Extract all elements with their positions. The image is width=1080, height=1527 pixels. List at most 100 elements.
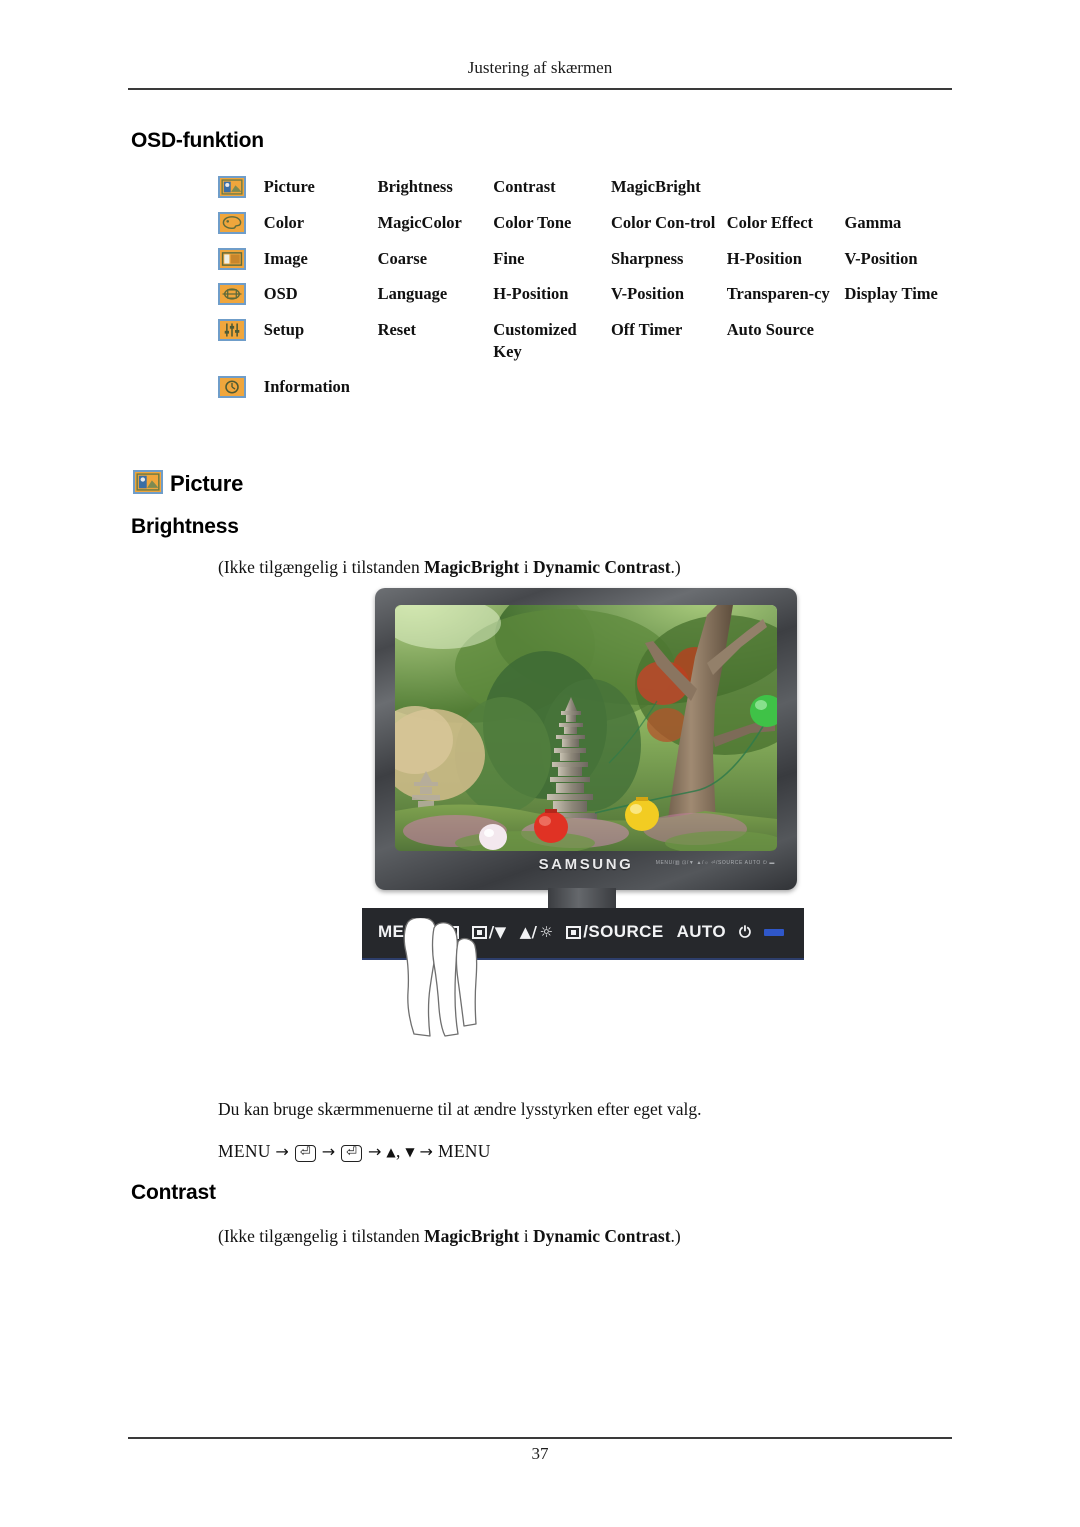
menu-item: Coarse	[377, 248, 428, 268]
note-bold-dynamic-contrast: Dynamic Contrast	[532, 1226, 671, 1246]
setup-sliders-menu-icon	[218, 319, 246, 342]
color-palette-menu-icon	[218, 211, 246, 234]
enter-arrow-icon	[566, 925, 582, 939]
menu-item	[611, 376, 727, 412]
source-enter-button[interactable]: /SOURCE	[566, 922, 663, 942]
path-menu-start: MENU	[218, 1141, 271, 1161]
menu-item: Gamma	[844, 212, 902, 232]
table-row: OSD Language H-Position V-Position Trans…	[218, 283, 958, 319]
menu-item: Display Time	[844, 284, 938, 304]
power-led-indicator	[764, 928, 785, 936]
down-button[interactable]: /▼	[471, 923, 507, 941]
menu-item: H-Position	[726, 248, 802, 268]
table-row: Image Coarse Fine Sharpness H-Position V…	[218, 247, 958, 284]
note-text-mid: i	[519, 557, 533, 577]
note-text-suffix: .)	[670, 557, 681, 577]
menu-item: Color Effect	[726, 212, 814, 232]
page-number: 37	[531, 1444, 549, 1463]
running-header: Justering af skærmen	[467, 58, 613, 77]
menu-group-name: Color	[263, 212, 305, 232]
brightness-availability-note: (Ikke tilgængelig i tilstanden MagicBrig…	[218, 555, 681, 580]
menu-icon-cell	[218, 375, 264, 412]
note-text-mid: i	[519, 1226, 533, 1246]
menu-button[interactable]: MENU/	[378, 922, 459, 942]
footer-rule	[128, 1437, 952, 1439]
garden-photo	[395, 605, 777, 851]
menu-item: Off Timer	[610, 320, 683, 340]
down-arrow-icon: ▼	[405, 1145, 415, 1159]
menu-icon-cell	[218, 283, 264, 319]
menu-item	[844, 176, 958, 212]
brightness-description: Du kan bruge skærmmenuerne til at ændre …	[218, 1099, 702, 1119]
menu-item: V-Position	[610, 284, 684, 304]
osd-menu-icon	[218, 283, 246, 306]
arrow-icon: →	[321, 1142, 336, 1161]
note-text-prefix: (Ikke tilgængelig i tilstanden	[218, 557, 425, 577]
menu-item	[378, 376, 494, 412]
image-menu-icon	[218, 247, 246, 270]
power-button-icon[interactable]: ⏻	[739, 923, 751, 941]
menu-bars-icon	[436, 925, 459, 939]
menu-group-name: Information	[263, 376, 350, 396]
menu-item	[727, 176, 845, 212]
enter-key-icon: ⏎	[294, 1145, 317, 1162]
menu-item: Sharpness	[610, 248, 684, 268]
menu-item: Contrast	[493, 177, 556, 196]
menu-icon-cell	[218, 247, 264, 284]
up-arrow-icon: ▲	[386, 1145, 396, 1159]
down-button-label: /▼	[488, 923, 507, 941]
up-button-label: ▲/	[519, 923, 538, 941]
menu-item	[493, 376, 611, 412]
menu-item: Customized Key	[493, 320, 577, 361]
arrow-icon: →	[368, 1142, 382, 1161]
menu-item: Transparen-cy	[726, 284, 830, 304]
monitor-bezel-button-labels: MENU/▥ ⊡/▼ ▲/☼ ⏎/SOURCE AUTO ⏻ ▬	[655, 860, 775, 866]
menu-icon-cell	[218, 319, 264, 376]
monitor-screen	[395, 605, 777, 851]
brightness-sun-icon: ☼	[539, 923, 554, 941]
menu-item: Brightness	[377, 177, 453, 196]
source-button-label: /SOURCE	[583, 922, 664, 941]
menu-item: Language	[377, 284, 448, 304]
menu-item: Reset	[377, 320, 417, 340]
menu-item: Color Tone	[493, 212, 572, 232]
section-heading-picture: Picture	[170, 471, 244, 496]
menu-item: H-Position	[493, 284, 569, 304]
menu-icon-cell	[218, 176, 264, 212]
page-title-osd-funktion: OSD-funktion	[131, 129, 264, 152]
menu-group-name: Picture	[263, 177, 315, 196]
note-text-prefix: (Ikke tilgængelig i tilstanden	[218, 1226, 425, 1246]
information-clock-menu-icon	[218, 375, 246, 398]
path-menu-end: MENU	[437, 1141, 491, 1161]
monitor-illustration: SAMSUNG MENU/▥ ⊡/▼ ▲/☼ ⏎/SOURCE AUTO ⏻ ▬…	[362, 588, 804, 1037]
menu-item	[727, 376, 845, 412]
document-page: Justering af skærmen OSD-funktion Pictur…	[0, 0, 1080, 1527]
arrow-icon: →	[275, 1142, 290, 1161]
menu-item	[844, 376, 958, 412]
menu-item: MagicBright	[610, 177, 701, 196]
menu-item: MagicColor	[377, 212, 462, 232]
enter-box-icon	[471, 925, 487, 939]
menu-button-label: MENU/	[378, 922, 435, 941]
brightness-menu-path: MENU → ⏎ → ⏎ → ▲, ▼ → MENU	[218, 1139, 491, 1164]
enter-key-icon: ⏎	[341, 1145, 363, 1162]
up-brightness-button[interactable]: ▲/ ☼	[520, 923, 554, 941]
note-text-suffix: .)	[670, 1226, 681, 1246]
menu-item: Fine	[493, 248, 525, 268]
section-heading-brightness: Brightness	[131, 515, 239, 538]
note-bold-dynamic-contrast: Dynamic Contrast	[532, 557, 671, 577]
menu-item: V-Position	[844, 248, 918, 268]
path-comma: ,	[395, 1141, 401, 1161]
menu-icon-cell	[218, 211, 264, 248]
monitor-control-bar: MENU/ /▼ ▲/ ☼ /SOURCE AUTO ⏻	[362, 908, 804, 960]
auto-button[interactable]: AUTO	[677, 922, 726, 942]
menu-group-name: Image	[263, 248, 308, 268]
menu-item	[844, 319, 958, 376]
section-heading-contrast: Contrast	[131, 1181, 216, 1204]
note-bold-magicbright: MagicBright	[424, 557, 520, 577]
contrast-availability-note: (Ikke tilgængelig i tilstanden MagicBrig…	[218, 1224, 681, 1249]
osd-menu-table: Picture Brightness Contrast MagicBright	[218, 176, 958, 411]
table-row: Picture Brightness Contrast MagicBright	[218, 176, 958, 212]
header-rule	[128, 88, 952, 90]
menu-item: Auto Source	[726, 320, 814, 340]
